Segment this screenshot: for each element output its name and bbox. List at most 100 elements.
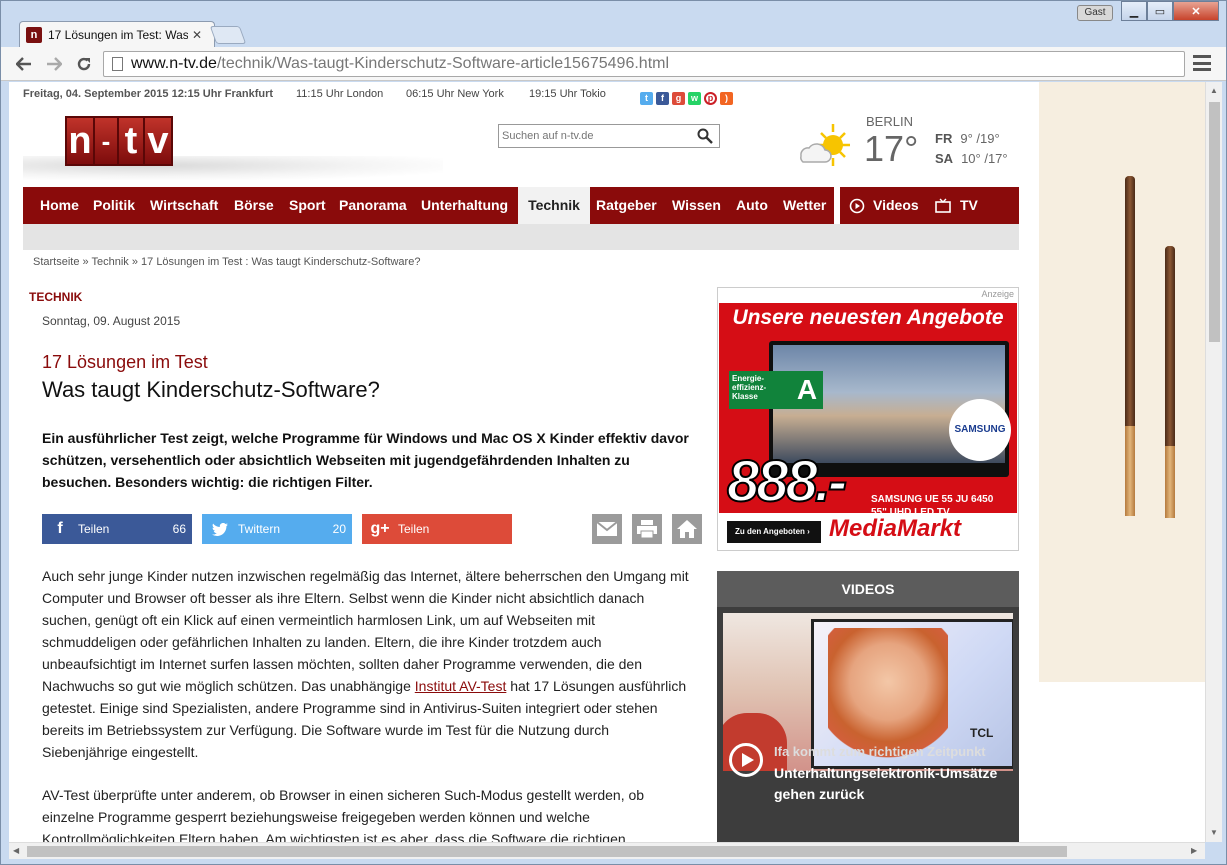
- back-button[interactable]: [13, 53, 35, 75]
- twitter-bird-icon: [202, 522, 238, 536]
- video-subtitle[interactable]: Ifa kommt zum richtigen Zeitpunkt: [774, 744, 986, 759]
- home-button[interactable]: [672, 514, 702, 544]
- article-kicker: 17 Lösungen im Test: [42, 352, 208, 372]
- nav-item-wirtschaft[interactable]: Wirtschaft: [150, 187, 218, 224]
- logo-letter: -: [93, 116, 119, 166]
- facebook-icon: f: [57, 520, 63, 537]
- scroll-down-icon[interactable]: ▼: [1210, 828, 1218, 837]
- ad-footer: Zu den Angeboten › MediaMarkt: [719, 513, 1017, 549]
- forecast-row: FR 9° /19°: [935, 131, 1000, 146]
- reload-button[interactable]: [73, 53, 95, 75]
- nav-item-politik[interactable]: Politik: [93, 187, 135, 224]
- horizontal-scroll-thumb[interactable]: [27, 846, 1067, 857]
- energy-label: Energie-effizienz-Klasse: [729, 371, 791, 409]
- energy-class: A: [791, 371, 823, 409]
- nav-item-wissen[interactable]: Wissen: [672, 187, 721, 224]
- nav-item-ratgeber[interactable]: Ratgeber: [596, 187, 657, 224]
- vertical-scrollbar[interactable]: ▲ ▼: [1205, 82, 1222, 842]
- mediamarkt-ad[interactable]: Anzeige Unsere neuesten Angebote Energie…: [717, 287, 1019, 551]
- share-count: 20: [332, 522, 346, 536]
- minimize-button[interactable]: ▁: [1121, 1, 1147, 21]
- nav-item-auto[interactable]: Auto: [736, 187, 768, 224]
- play-circle-icon: [849, 198, 865, 213]
- new-tab-button[interactable]: [209, 26, 247, 44]
- facebook-icon[interactable]: f: [656, 92, 669, 105]
- nav-item-tv[interactable]: TV: [935, 187, 978, 224]
- nav-divider: [834, 187, 840, 224]
- nav-item-boerse[interactable]: Börse: [234, 187, 274, 224]
- nav-item-home[interactable]: Home: [40, 187, 79, 224]
- home-icon: [677, 520, 697, 538]
- scroll-left-icon[interactable]: ◀: [13, 846, 19, 855]
- forward-button[interactable]: [43, 53, 65, 75]
- current-date: Freitag, 04. September 2015 12:15 Uhr Fr…: [23, 88, 274, 100]
- print-button[interactable]: [632, 514, 662, 544]
- twitter-share-button[interactable]: Twittern 20: [202, 514, 352, 544]
- menu-bar-icon: [1193, 68, 1211, 71]
- main-navigation: Home Politik Wirtschaft Börse Sport Pano…: [23, 187, 1019, 224]
- weather-widget[interactable]: BERLIN 17° FR 9° /19° SA 10° /17°: [795, 114, 1015, 174]
- ntv-logo[interactable]: n - t v: [23, 110, 443, 180]
- share-label: Teilen: [398, 522, 430, 536]
- facebook-share-button[interactable]: f Teilen 66: [42, 514, 192, 544]
- twitter-icon[interactable]: t: [640, 92, 653, 105]
- nav-item-videos[interactable]: Videos: [849, 187, 919, 224]
- date-time-bar: Freitag, 04. September 2015 12:15 Uhr Fr…: [23, 88, 1019, 105]
- scroll-up-icon[interactable]: ▲: [1210, 86, 1218, 95]
- search-input[interactable]: [499, 125, 689, 147]
- woman-face-image: [828, 628, 948, 762]
- nav-item-technik[interactable]: Technik: [518, 187, 590, 224]
- menu-bar-icon: [1193, 61, 1211, 65]
- pinterest-icon[interactable]: p: [704, 92, 717, 105]
- nav-item-unterhaltung[interactable]: Unterhaltung: [421, 187, 508, 224]
- article-headline: Was taugt Kinderschutz-Software?: [42, 377, 380, 402]
- ad-price: 888.-: [726, 448, 848, 515]
- video-play-button[interactable]: [729, 743, 763, 777]
- google-plus-share-button[interactable]: g+ Teilen: [362, 514, 512, 544]
- article-teaser: Ein ausführlicher Test zeigt, welche Pro…: [42, 430, 689, 490]
- search-icon[interactable]: [697, 128, 713, 144]
- videos-title[interactable]: VIDEOS: [717, 571, 1019, 607]
- mediamarkt-logo: MediaMarkt: [829, 515, 962, 542]
- time-london: 11:15 Uhr London: [296, 88, 384, 100]
- vertical-scroll-thumb[interactable]: [1209, 102, 1220, 342]
- nav-item-sport[interactable]: Sport: [289, 187, 326, 224]
- horizontal-scrollbar[interactable]: ◀ ▶: [9, 842, 1205, 859]
- social-links: t f g w p ): [640, 92, 733, 105]
- ad-cta-button[interactable]: Zu den Angeboten ›: [727, 521, 821, 543]
- browser-tab[interactable]: n 17 Lösungen im Test: Was ✕: [19, 21, 215, 47]
- av-test-link[interactable]: Institut AV-Test: [415, 678, 507, 694]
- time-tokio: 19:15 Uhr Tokio: [529, 88, 606, 100]
- snack-stick-image: [1165, 246, 1175, 518]
- play-icon: [742, 753, 754, 767]
- article-category[interactable]: TECHNIK: [29, 290, 82, 304]
- samsung-logo: SAMSUNG: [949, 399, 1011, 461]
- scroll-right-icon[interactable]: ▶: [1191, 846, 1197, 855]
- browser-menu-button[interactable]: [1193, 55, 1211, 71]
- google-plus-icon[interactable]: g: [672, 92, 685, 105]
- nav-item-panorama[interactable]: Panorama: [339, 187, 407, 224]
- skyscraper-ad[interactable]: [1039, 82, 1205, 682]
- share-count: 66: [172, 522, 186, 536]
- paragraph-text: Auch sehr junge Kinder nutzen inzwischen…: [42, 568, 689, 694]
- ad-headline: Unsere neuesten Angebote: [732, 306, 1004, 329]
- window-controls: ▁ ▭ ✕: [1121, 1, 1219, 21]
- whatsapp-icon[interactable]: w: [688, 92, 701, 105]
- reload-icon: [77, 57, 91, 71]
- envelope-icon: [596, 521, 618, 536]
- tcl-brand: TCL: [970, 726, 994, 740]
- ad-banner[interactable]: Unsere neuesten Angebote Energie-effizie…: [719, 303, 1017, 549]
- rss-icon[interactable]: ): [720, 92, 733, 105]
- address-bar[interactable]: www.n-tv.de/technik/Was-taugt-Kinderschu…: [103, 51, 1185, 77]
- video-headline[interactable]: Unterhaltungselektronik-Umsätze gehen zu…: [774, 763, 1014, 805]
- nav-item-wetter[interactable]: Wetter: [783, 187, 826, 224]
- close-window-button[interactable]: ✕: [1173, 1, 1219, 21]
- maximize-button[interactable]: ▭: [1147, 1, 1173, 21]
- tab-close-icon[interactable]: ✕: [192, 28, 202, 42]
- site-search: [498, 124, 720, 148]
- email-button[interactable]: [592, 514, 622, 544]
- weather-temperature: 17°: [864, 128, 919, 169]
- tv-icon: [935, 198, 951, 213]
- guest-profile-button[interactable]: Gast: [1077, 5, 1113, 21]
- breadcrumb[interactable]: Startseite » Technik » 17 Lösungen im Te…: [33, 256, 420, 268]
